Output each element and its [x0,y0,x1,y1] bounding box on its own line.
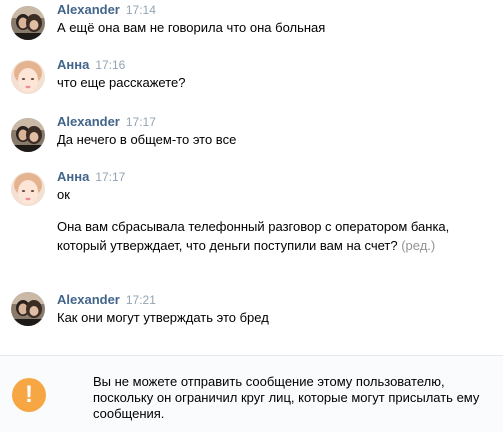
message-header: Анна 17:16 [57,57,125,73]
avatar[interactable] [11,172,45,206]
message-time[interactable]: 17:17 [95,170,125,184]
avatar[interactable] [11,118,45,152]
edited-label[interactable]: (ред.) [401,238,435,253]
message-text: ок [57,187,70,202]
message-text: Она вам сбрасывала телефонный разговор с… [57,217,477,255]
message-text: что еще расскажете? [57,75,186,90]
message-time[interactable]: 17:16 [95,58,125,72]
anna-avatar-icon [11,60,45,94]
avatar[interactable] [11,60,45,94]
alexander-avatar-icon [11,118,45,152]
alexander-avatar-icon [11,292,45,326]
blocked-notice-text: Вы не можете отправить сообщение этому п… [93,374,480,421]
message-time[interactable]: 17:17 [126,115,156,129]
message-header: Alexander 17:17 [57,114,156,130]
author-name[interactable]: Alexander [57,114,120,129]
author-name[interactable]: Alexander [57,292,120,307]
message-header: Alexander 17:14 [57,2,156,18]
message-header: Анна 17:17 [57,169,125,185]
message-time[interactable]: 17:21 [126,293,156,307]
author-name[interactable]: Анна [57,169,89,184]
message-header: Alexander 17:21 [57,292,156,308]
avatar[interactable] [11,292,45,326]
message-text: Да нечего в общем-то это все [57,132,237,147]
message-time[interactable]: 17:14 [126,3,156,17]
alexander-avatar-icon [11,6,45,40]
message-text: А ещё она вам не говорила что она больна… [57,20,326,35]
avatar[interactable] [11,6,45,40]
message-body: Она вам сбрасывала телефонный разговор с… [57,219,450,253]
message-text: Как они могут утверждать это бред [57,310,269,325]
author-name[interactable]: Анна [57,57,89,72]
author-name[interactable]: Alexander [57,2,120,17]
anna-avatar-icon [11,172,45,206]
exclamation-icon: ! [12,378,46,412]
